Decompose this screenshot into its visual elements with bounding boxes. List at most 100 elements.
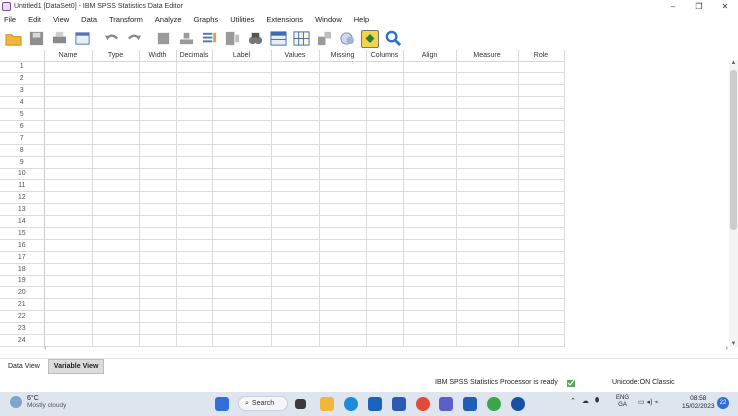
grid-cell[interactable] xyxy=(139,203,177,217)
grid-cell[interactable] xyxy=(176,322,213,335)
grid-cell[interactable] xyxy=(456,263,519,276)
grid-cell[interactable] xyxy=(44,191,93,205)
grid-cell[interactable] xyxy=(366,61,404,74)
notification-badge[interactable]: 22 xyxy=(717,397,729,409)
grid-cell[interactable] xyxy=(92,251,140,264)
grid-cell[interactable] xyxy=(44,168,93,181)
print-icon[interactable] xyxy=(50,30,68,48)
grid-cell[interactable] xyxy=(403,203,457,217)
grid-cell[interactable] xyxy=(319,239,367,252)
grid-cell[interactable] xyxy=(271,156,320,169)
grid-cell[interactable] xyxy=(271,203,320,217)
grid-cell[interactable] xyxy=(403,215,457,228)
grid-cell[interactable] xyxy=(456,96,519,110)
grid-cell[interactable] xyxy=(92,120,140,133)
grid-cell[interactable] xyxy=(319,108,367,121)
grid-cell[interactable] xyxy=(92,84,140,98)
word-icon[interactable] xyxy=(463,397,477,411)
grid-cell[interactable] xyxy=(139,179,177,193)
grid-cell[interactable] xyxy=(212,298,272,312)
save-icon[interactable] xyxy=(27,30,45,48)
edge-icon[interactable] xyxy=(344,397,358,411)
grid-cell[interactable] xyxy=(366,203,404,217)
grid-cell[interactable] xyxy=(44,251,93,264)
grid-cell[interactable] xyxy=(456,239,519,252)
grid-cell[interactable] xyxy=(319,215,367,228)
grid-cell[interactable] xyxy=(176,120,213,133)
grid-cell[interactable] xyxy=(212,144,272,157)
grid-cell[interactable] xyxy=(518,263,565,276)
grid-cell[interactable] xyxy=(139,227,177,240)
grid-cell[interactable] xyxy=(212,286,272,300)
menu-edit[interactable]: Edit xyxy=(24,15,45,24)
row-number[interactable]: 13 xyxy=(0,203,45,217)
grid-cell[interactable] xyxy=(176,203,213,217)
grid-cell[interactable] xyxy=(456,120,519,133)
grid-cell[interactable] xyxy=(518,61,565,74)
windows-start-icon[interactable] xyxy=(215,397,229,411)
menu-utilities[interactable]: Utilities xyxy=(226,15,258,24)
grid-cell[interactable] xyxy=(176,298,213,312)
grid-cell[interactable] xyxy=(366,298,404,312)
grid-cell[interactable] xyxy=(518,132,565,145)
grid-cell[interactable] xyxy=(271,72,320,86)
grid-cell[interactable] xyxy=(212,84,272,98)
grid-cell[interactable] xyxy=(139,168,177,181)
grid-cell[interactable] xyxy=(366,120,404,133)
menu-file[interactable]: File xyxy=(0,15,20,24)
grid-cell[interactable] xyxy=(92,227,140,240)
grid-cell[interactable] xyxy=(212,120,272,133)
menu-window[interactable]: Window xyxy=(311,15,346,24)
row-number[interactable]: 9 xyxy=(0,156,45,169)
grid-cell[interactable] xyxy=(403,61,457,74)
grid-cell[interactable] xyxy=(212,263,272,276)
grid-cell[interactable] xyxy=(366,191,404,205)
grid-cell[interactable] xyxy=(366,72,404,86)
grid-cell[interactable] xyxy=(271,132,320,145)
grid-cell[interactable] xyxy=(456,132,519,145)
grid-cell[interactable] xyxy=(518,96,565,110)
grid-cell[interactable] xyxy=(518,84,565,98)
grid-cell[interactable] xyxy=(271,120,320,133)
goto-case-icon[interactable] xyxy=(154,30,172,48)
grid-cell[interactable] xyxy=(271,61,320,74)
grid-cell[interactable] xyxy=(92,61,140,74)
grid-cell[interactable] xyxy=(456,168,519,181)
grid-cell[interactable] xyxy=(319,227,367,240)
grid-cell[interactable] xyxy=(139,298,177,312)
grid-cell[interactable] xyxy=(212,96,272,110)
grid-cell[interactable] xyxy=(212,203,272,217)
grid-cell[interactable] xyxy=(139,108,177,121)
scroll-left-icon[interactable]: ‹ xyxy=(44,345,46,352)
grid-cell[interactable] xyxy=(518,227,565,240)
grid-cell[interactable] xyxy=(271,239,320,252)
row-number[interactable]: 18 xyxy=(0,263,45,276)
grid-cell[interactable] xyxy=(176,275,213,288)
row-number[interactable]: 11 xyxy=(0,179,45,193)
grid-cell[interactable] xyxy=(366,179,404,193)
grid-cell[interactable] xyxy=(403,144,457,157)
grid-cell[interactable] xyxy=(366,263,404,276)
grid-cell[interactable] xyxy=(366,334,404,347)
grid-cell[interactable] xyxy=(139,156,177,169)
grid-cell[interactable] xyxy=(271,179,320,193)
grid-cell[interactable] xyxy=(176,251,213,264)
grid-cell[interactable] xyxy=(176,263,213,276)
redo-icon[interactable] xyxy=(125,30,143,48)
grid-cell[interactable] xyxy=(403,310,457,324)
grid-cell[interactable] xyxy=(176,334,213,347)
grid-cell[interactable] xyxy=(403,334,457,347)
goto-variable-icon[interactable] xyxy=(177,30,195,48)
column-header[interactable]: Name xyxy=(44,50,93,62)
menu-transform[interactable]: Transform xyxy=(105,15,147,24)
grid-cell[interactable] xyxy=(319,61,367,74)
grid-cell[interactable] xyxy=(271,322,320,335)
grid-cell[interactable] xyxy=(92,203,140,217)
grid-cell[interactable] xyxy=(319,144,367,157)
grid-cell[interactable] xyxy=(176,191,213,205)
weight-cases-icon[interactable] xyxy=(315,30,333,48)
row-number[interactable]: 4 xyxy=(0,96,45,110)
grid-cell[interactable] xyxy=(44,275,93,288)
grid-cell[interactable] xyxy=(403,120,457,133)
grid-cell[interactable] xyxy=(319,334,367,347)
